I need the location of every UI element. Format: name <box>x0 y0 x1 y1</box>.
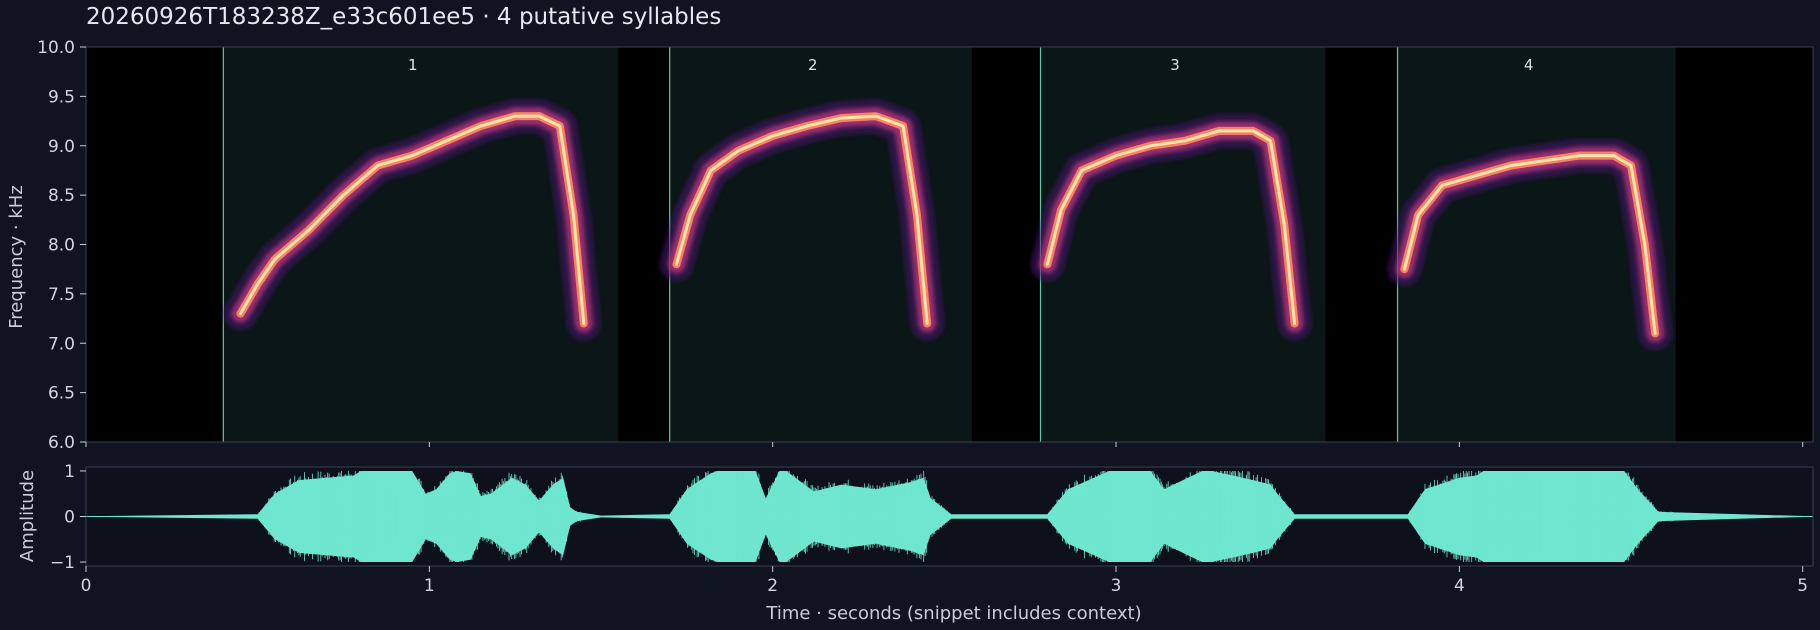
spectrogram-y-tick-label: 8.5 <box>48 186 75 206</box>
waveform-y-tick-label: 1 <box>64 462 75 482</box>
segment-label-3: 3 <box>1170 56 1180 74</box>
segment-label-4: 4 <box>1524 56 1534 74</box>
x-tick-label: 0 <box>81 576 92 596</box>
spectrogram-y-tick-label: 7.5 <box>48 285 75 305</box>
spectrogram-y-tick-label: 7.0 <box>48 334 75 354</box>
waveform-y-tick-label: −1 <box>50 553 75 573</box>
spectrogram-y-tick-label: 8.0 <box>48 236 75 256</box>
figure-title: 20260926T183238Z_e33c601ee5 · 4 putative… <box>86 4 721 30</box>
waveform-panel: −1 0 1 0 1 2 3 4 5 <box>50 462 1814 596</box>
spectrogram-y-tick-label: 6.0 <box>48 433 75 453</box>
figure: 20260926T183238Z_e33c601ee5 · 4 putative… <box>0 0 1820 630</box>
x-tick-label: 4 <box>1454 576 1465 596</box>
spectrogram-figure: 20260926T183238Z_e33c601ee5 · 4 putative… <box>6 4 1814 624</box>
spectrogram-y-tick-label: 10.0 <box>37 38 75 58</box>
x-axis-label: Time · seconds (snippet includes context… <box>765 603 1141 624</box>
spectrogram-y-tick-label: 9.0 <box>48 137 75 157</box>
waveform-y-axis-label: Amplitude <box>17 470 38 562</box>
segment-label-1: 1 <box>408 56 418 74</box>
spectrogram-y-tick-label: 6.5 <box>48 384 75 404</box>
spectrogram-y-tick-label: 9.5 <box>48 87 75 107</box>
x-tick-label: 3 <box>1111 576 1122 596</box>
x-tick-label: 2 <box>767 576 778 596</box>
x-tick-label: 1 <box>424 576 435 596</box>
waveform-y-tick-label: 0 <box>64 508 75 528</box>
x-tick-label: 5 <box>1797 576 1808 596</box>
spectrogram-panel: 1 2 3 4 6.0 6.5 7.0 7.5 8.0 8.5 9.0 9.5 10.0 <box>37 38 1814 453</box>
segment-label-2: 2 <box>808 56 818 74</box>
spectrogram-y-axis-label: Frequency · kHz <box>6 185 27 329</box>
